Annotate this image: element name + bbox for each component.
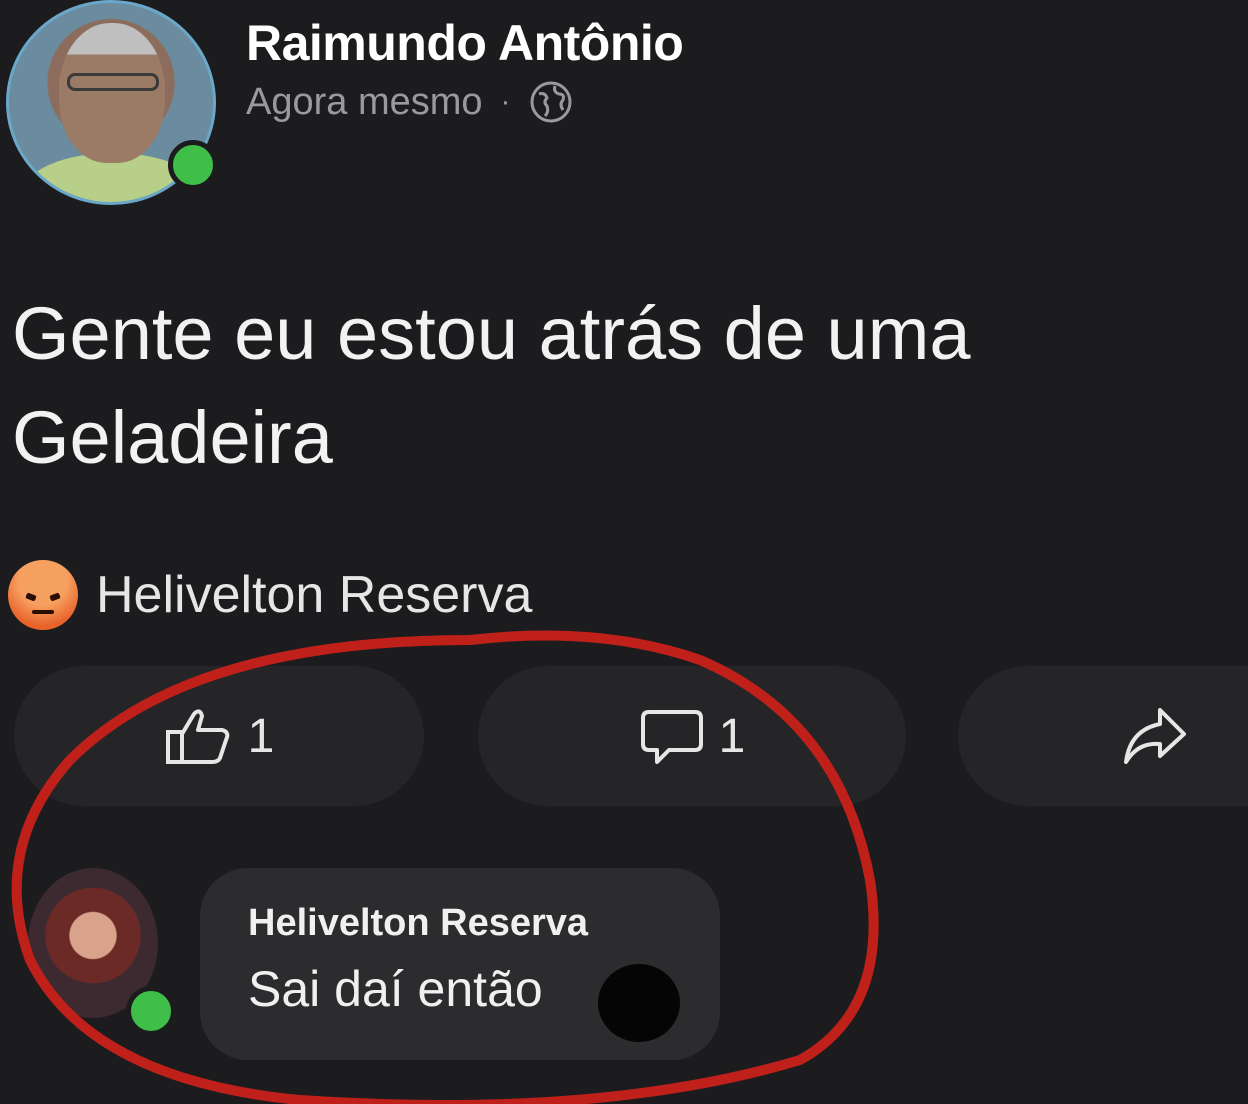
online-status-indicator bbox=[168, 140, 218, 190]
share-icon bbox=[1124, 708, 1186, 764]
like-button[interactable]: 1 bbox=[14, 666, 424, 806]
meta-separator: · bbox=[500, 85, 511, 118]
post-text-line-2: Geladeira bbox=[12, 396, 333, 479]
reaction-summary[interactable]: Helivelton Reserva bbox=[8, 560, 532, 630]
redacted-emoji bbox=[598, 964, 680, 1042]
comment-icon bbox=[640, 710, 703, 764]
post-text: Gente eu estou atrás de uma Geladeira bbox=[12, 282, 1192, 490]
comment-text: Sai daí então bbox=[248, 961, 543, 1017]
comment-count: 1 bbox=[718, 709, 746, 763]
commenter-online-indicator bbox=[126, 986, 176, 1036]
globe-icon bbox=[530, 81, 572, 123]
post-author-name[interactable]: Raimundo Antônio bbox=[246, 14, 684, 72]
thumbs-up-icon bbox=[165, 709, 229, 764]
reactor-name[interactable]: Helivelton Reserva bbox=[96, 565, 532, 625]
comment-author[interactable]: Helivelton Reserva bbox=[248, 902, 588, 945]
angry-reaction-icon bbox=[8, 560, 78, 630]
post-text-line-1: Gente eu estou atrás de uma bbox=[12, 292, 971, 375]
post-timestamp[interactable]: Agora mesmo bbox=[246, 81, 483, 124]
comment-button[interactable]: 1 bbox=[478, 666, 906, 806]
post-meta: Agora mesmo · bbox=[246, 80, 573, 124]
share-button[interactable] bbox=[958, 666, 1248, 806]
like-count: 1 bbox=[247, 709, 275, 763]
comment-bubble: Helivelton Reserva Sai daí então bbox=[200, 868, 720, 1060]
